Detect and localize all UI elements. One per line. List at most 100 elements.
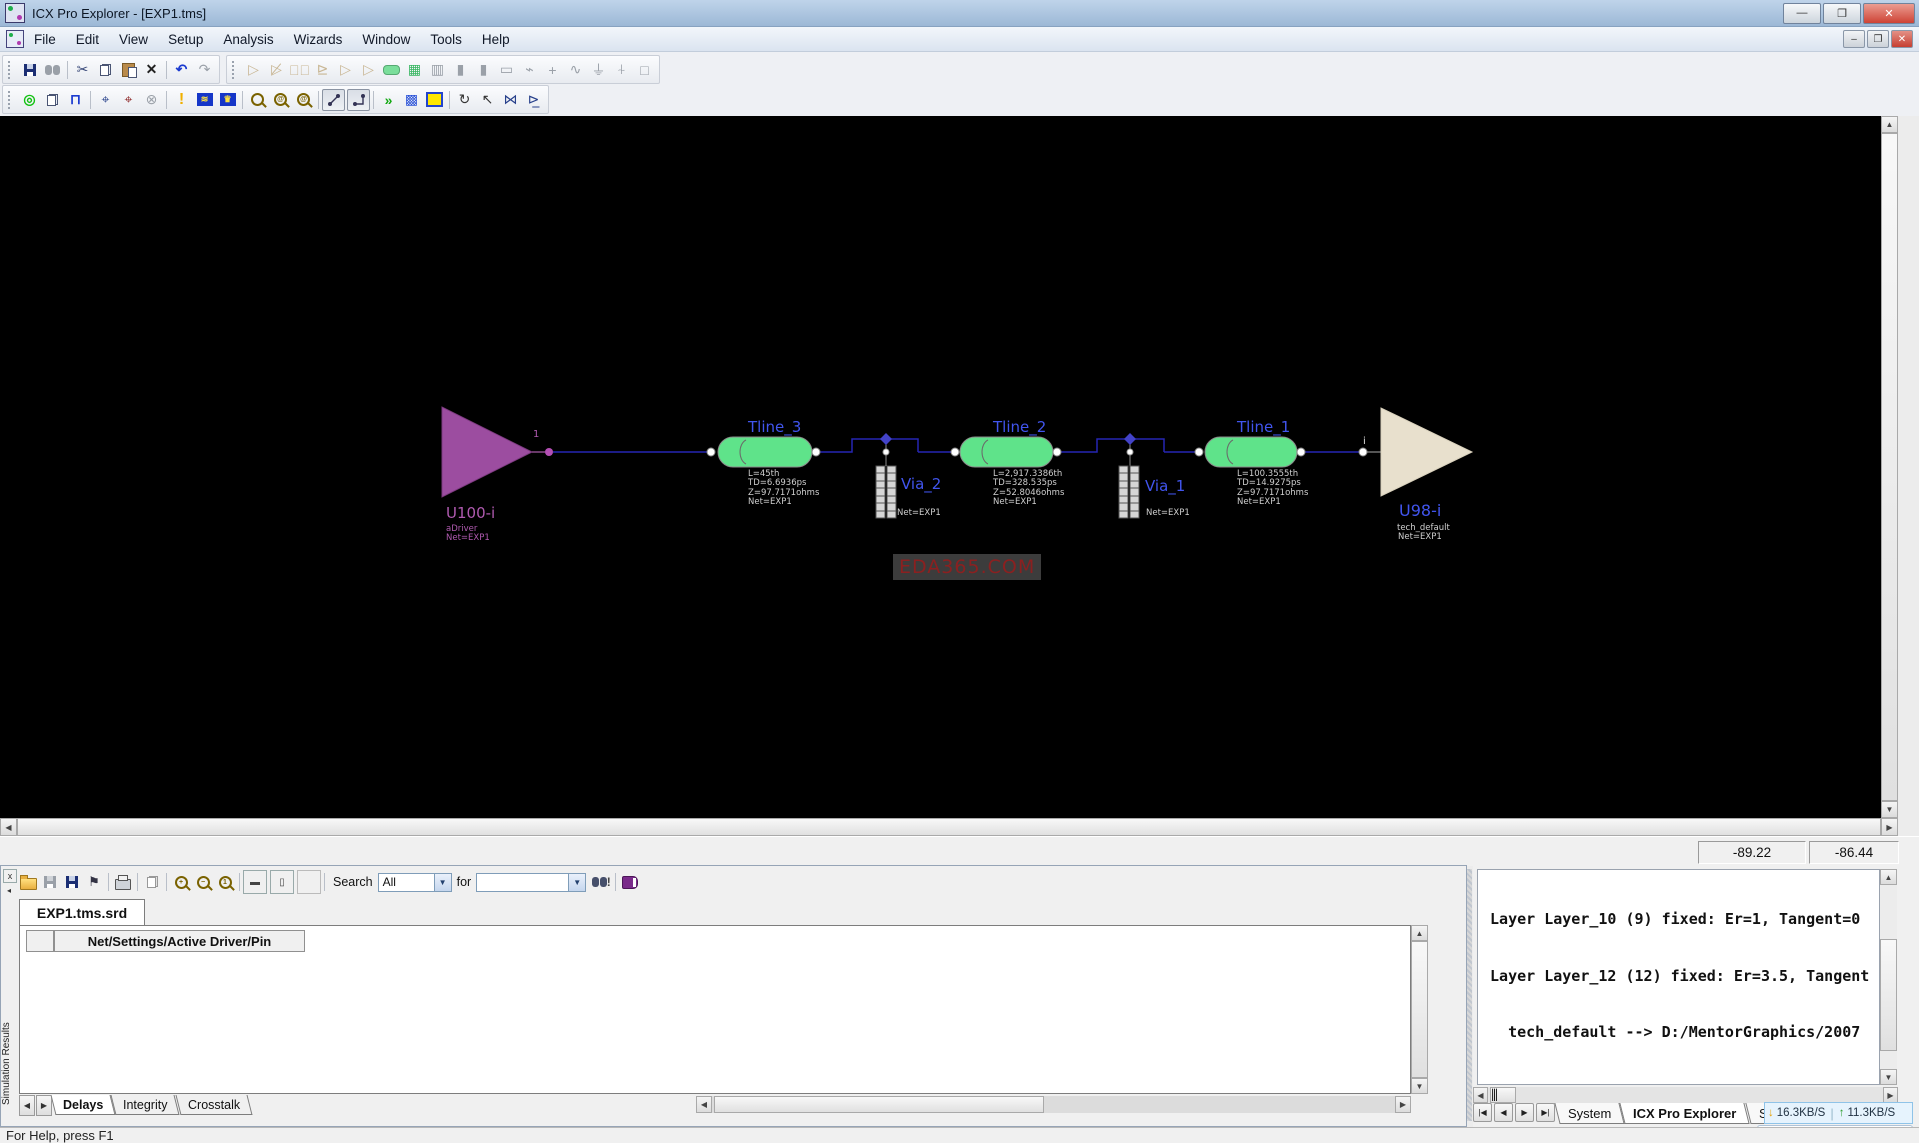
grid-button[interactable]: ▩ (400, 89, 423, 111)
log-vscrollbar[interactable]: ▲ ▼ (1880, 869, 1897, 1085)
sweep-viewer-button[interactable]: ♛ (216, 89, 239, 111)
canvas-vscrollbar[interactable]: ▲ ▼ (1881, 116, 1898, 818)
probe-button[interactable]: ⌖ (94, 89, 117, 111)
receiver-pin-dot[interactable] (1358, 447, 1368, 457)
canvas-vscroll-thumb[interactable] (1881, 133, 1898, 801)
tab-system[interactable]: System (1554, 1103, 1625, 1124)
place-box-button[interactable]: □ (633, 59, 656, 81)
results-hscrollbar[interactable]: ◀ ▶ (696, 1096, 1411, 1113)
cut-button[interactable]: ✂ (71, 59, 94, 81)
tline2-name-label[interactable]: Tline_2 (993, 418, 1046, 436)
rules-check-button[interactable]: ! (170, 89, 193, 111)
place-via-button[interactable]: ▮ (449, 59, 472, 81)
copy-results-button[interactable] (141, 871, 163, 893)
scroll-down-arrow[interactable]: ▼ (1411, 1078, 1428, 1094)
menu-tools[interactable]: Tools (420, 29, 472, 50)
place-ic-button[interactable]: ▥ (426, 59, 449, 81)
help-book-button[interactable] (619, 871, 641, 893)
menu-view[interactable]: View (109, 29, 158, 50)
tab-last-button[interactable]: ▶| (1536, 1103, 1555, 1122)
via-symbol-via2[interactable] (875, 465, 897, 519)
results-vscrollbar[interactable]: ▲ ▼ (1411, 925, 1428, 1094)
zoom-in-results-button[interactable]: + (170, 871, 192, 893)
panel-collapse-button[interactable]: ◂ (3, 884, 15, 896)
place-resistor-button[interactable]: ▭ (495, 59, 518, 81)
tab-scroll-left[interactable]: ◀ (19, 1095, 35, 1116)
menu-file[interactable]: File (24, 29, 66, 50)
child-close-button[interactable]: ✕ (1891, 30, 1913, 48)
place-pin-button[interactable]: ⍭ (610, 59, 633, 81)
net-copy-button[interactable] (41, 89, 64, 111)
tab-next-button[interactable]: ▶ (1515, 1103, 1534, 1122)
restore-button[interactable]: ❐ (1823, 2, 1861, 24)
place-plus-button[interactable]: + (541, 59, 564, 81)
menu-edit[interactable]: Edit (66, 29, 109, 50)
menu-analysis[interactable]: Analysis (213, 29, 283, 50)
rotate-button[interactable]: ↻ (453, 89, 476, 111)
route-direct-toggle[interactable] (322, 88, 345, 111)
place-diff-driver-button[interactable]: ⊵ (311, 59, 334, 81)
close-button[interactable]: ✕ (1863, 2, 1915, 24)
document-tab[interactable]: EXP1.tms.srd (19, 899, 145, 926)
place-buffer-button[interactable]: ▷ (334, 59, 357, 81)
tab-first-button[interactable]: |◀ (1473, 1103, 1492, 1122)
toolbar-grip[interactable] (8, 60, 14, 79)
scroll-left-arrow[interactable]: ◀ (696, 1096, 712, 1113)
place-ground-button[interactable]: ⏚ (587, 59, 610, 81)
disable-button[interactable]: ⊗ (140, 89, 163, 111)
place-driver-button[interactable]: ▷ (242, 59, 265, 81)
flip-vertical-button[interactable]: ⋈ (499, 89, 522, 111)
tab-delays[interactable]: Delays (50, 1095, 116, 1115)
scroll-right-arrow[interactable]: ▶ (1395, 1096, 1411, 1113)
row-selector-header[interactable] (26, 930, 54, 952)
column-header[interactable]: Net/Settings/Active Driver/Pin (54, 930, 305, 952)
zoom-out-button[interactable]: @ (292, 89, 315, 111)
undo-button[interactable]: ↶ (170, 59, 193, 81)
search-scope-combobox[interactable]: All ▼ (377, 872, 452, 892)
zoom-actual-button[interactable]: 1 (214, 871, 236, 893)
tab-icx-pro-explorer[interactable]: ICX Pro Explorer (1619, 1103, 1751, 1124)
scroll-up-arrow[interactable]: ▲ (1880, 869, 1897, 885)
save-results-button[interactable] (39, 871, 61, 893)
menu-window[interactable]: Window (352, 29, 420, 50)
log-hscrollbar[interactable]: ◀ ⦀ ▶ (1473, 1087, 1898, 1105)
tline-symbols[interactable] (717, 436, 1298, 468)
place-wave-button[interactable]: ∿ (564, 59, 587, 81)
receiver-symbol[interactable] (1380, 407, 1474, 497)
scroll-left-arrow[interactable]: ◀ (1473, 1087, 1488, 1103)
via1-name-label[interactable]: Via_1 (1145, 477, 1185, 495)
console-log[interactable]: Layer Layer_10 (9) fixed: Er=1, Tangent=… (1477, 869, 1880, 1085)
menu-wizards[interactable]: Wizards (284, 29, 353, 50)
chevron-down-icon[interactable]: ▼ (568, 873, 586, 891)
tab-integrity[interactable]: Integrity (110, 1095, 181, 1115)
toolbar-grip[interactable] (8, 90, 14, 109)
place-buffer2-button[interactable]: ▷ (357, 59, 380, 81)
copy-button[interactable] (94, 59, 117, 81)
tab-scroll-right[interactable]: ▶ (36, 1095, 52, 1116)
select-cursor-button[interactable]: ↖ (476, 89, 499, 111)
menu-setup[interactable]: Setup (158, 29, 213, 50)
minimize-button[interactable]: — (1783, 2, 1821, 24)
place-bidir-button[interactable]: ⊳⃒ (288, 59, 311, 81)
place-coupled-tline-button[interactable]: ▦ (403, 59, 426, 81)
driver-ref-label[interactable]: U100-i (446, 504, 495, 522)
results-vscroll-thumb[interactable] (1411, 941, 1428, 1078)
scroll-left-arrow[interactable]: ◀ (0, 818, 17, 836)
scroll-up-arrow[interactable]: ▲ (1411, 925, 1428, 941)
log-hscroll-thumb[interactable]: ⦀ (1490, 1087, 1516, 1105)
place-tline-button[interactable] (380, 59, 403, 81)
canvas-hscrollbar[interactable]: ◀ ▶ (0, 818, 1898, 836)
zoom-button[interactable] (246, 89, 269, 111)
toolbar-grip[interactable] (232, 60, 238, 79)
open-button[interactable] (17, 871, 39, 893)
via2-name-label[interactable]: Via_2 (901, 475, 941, 493)
find-go-button[interactable]: ! (590, 871, 612, 893)
results-hscroll-thumb[interactable] (714, 1096, 1044, 1113)
receiver-ref-label[interactable]: U98-i (1399, 501, 1441, 520)
search-term-combobox[interactable]: ▼ (476, 872, 587, 892)
run-simulation-button[interactable]: » (377, 89, 400, 111)
scroll-right-arrow[interactable]: ▶ (1883, 1087, 1898, 1103)
place-probe-button[interactable]: ⌁ (518, 59, 541, 81)
flip-horizontal-button[interactable]: ⊳̲ (522, 89, 545, 111)
redo-button[interactable]: ↷ (193, 59, 216, 81)
